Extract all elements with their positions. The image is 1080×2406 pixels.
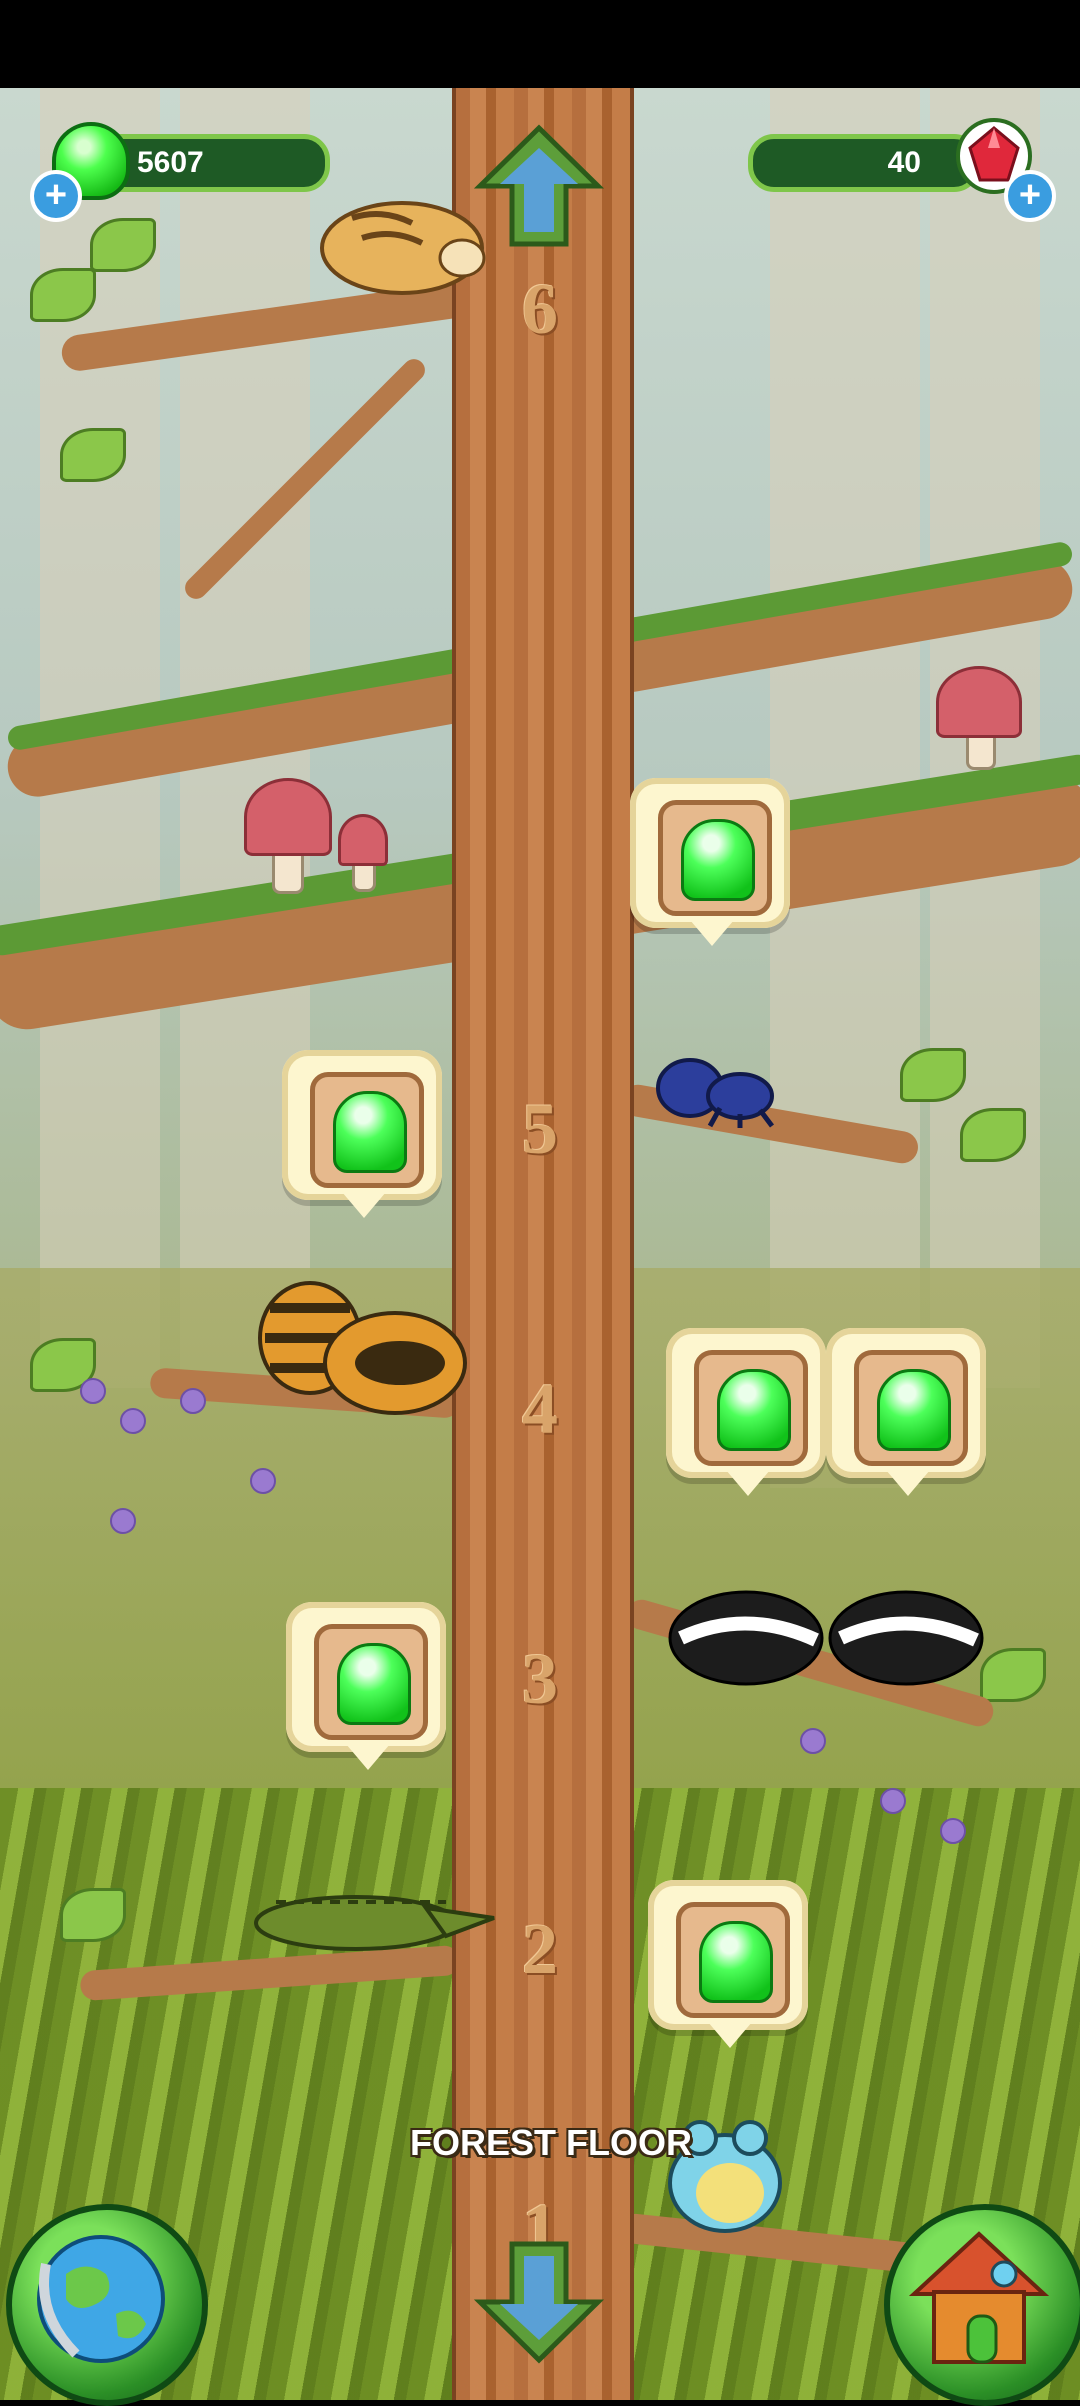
up-arrow-icon[interactable] bbox=[474, 122, 604, 252]
green-jelly-icon bbox=[337, 1643, 411, 1725]
jelly-reward-pin[interactable] bbox=[666, 1328, 826, 1496]
level-number-4: 4 bbox=[522, 1369, 558, 1449]
jelly-reward-pin[interactable] bbox=[286, 1602, 446, 1770]
mushroom bbox=[936, 666, 1022, 738]
mushroom bbox=[338, 814, 388, 866]
jelly-reward-pin[interactable] bbox=[648, 1880, 808, 2048]
lilac-flower bbox=[880, 1788, 906, 1814]
jelly-reward-pin[interactable] bbox=[282, 1050, 442, 1218]
game-scene: 6 5 4 3 2 1 FOREST FLOOR bbox=[0, 88, 1080, 2400]
lilac-flower bbox=[80, 1378, 106, 1404]
jelly-reward-pin[interactable] bbox=[826, 1328, 986, 1496]
pin-frame bbox=[310, 1072, 424, 1188]
leaf bbox=[960, 1108, 1026, 1162]
mushroom bbox=[244, 778, 332, 856]
level-number-5: 5 bbox=[522, 1089, 558, 1169]
add-jelly-button[interactable]: + bbox=[30, 170, 82, 222]
pin-frame bbox=[314, 1624, 428, 1740]
home-button[interactable] bbox=[884, 2204, 1080, 2406]
main-tree-trunk bbox=[452, 88, 634, 2400]
pin-tail bbox=[726, 1470, 770, 1496]
down-arrow-icon[interactable] bbox=[474, 2236, 604, 2366]
pin-tail bbox=[708, 2022, 752, 2048]
pin-tail bbox=[346, 1744, 390, 1770]
green-jelly-icon bbox=[717, 1369, 791, 1451]
jelly-reward-pin[interactable] bbox=[630, 778, 790, 946]
leaf bbox=[90, 218, 156, 272]
house-icon bbox=[908, 2231, 1050, 2364]
lilac-flower bbox=[940, 1818, 966, 1844]
pin-frame bbox=[854, 1350, 968, 1466]
level-number-6: 6 bbox=[522, 269, 558, 349]
level-number-2: 2 bbox=[522, 1909, 558, 1989]
pin-frame bbox=[658, 800, 772, 916]
pin-tail bbox=[342, 1192, 386, 1218]
green-jelly-icon bbox=[877, 1369, 951, 1451]
crocodile-resting[interactable] bbox=[246, 1878, 496, 1958]
pin-tail bbox=[886, 1470, 930, 1496]
leaf bbox=[60, 1888, 126, 1942]
leaf bbox=[980, 1648, 1046, 1702]
lilac-flower bbox=[250, 1468, 276, 1494]
lilac-flower bbox=[180, 1388, 206, 1414]
pin-frame bbox=[694, 1350, 808, 1466]
leaf bbox=[900, 1048, 966, 1102]
leaf bbox=[30, 268, 96, 322]
green-jelly-icon bbox=[333, 1091, 407, 1173]
blue-spider-sleeping[interactable] bbox=[640, 1048, 790, 1128]
pin-frame bbox=[676, 1902, 790, 2018]
skunk-sleeping[interactable] bbox=[826, 1578, 986, 1688]
globe-icon bbox=[37, 2235, 165, 2363]
forest-floor-label: FOREST FLOOR bbox=[410, 2122, 692, 2163]
add-gem-button[interactable]: + bbox=[1004, 170, 1056, 222]
green-jelly-icon bbox=[681, 819, 755, 901]
level-number-3: 3 bbox=[522, 1639, 558, 1719]
gem-count: 40 bbox=[887, 146, 921, 179]
leaf bbox=[60, 428, 126, 482]
gem-counter-bar: 40 bbox=[748, 134, 980, 192]
lilac-flower bbox=[120, 1408, 146, 1434]
chipmunk-sleeping[interactable] bbox=[312, 178, 492, 298]
green-jelly-icon bbox=[699, 1921, 773, 2003]
skunk-sleeping[interactable] bbox=[666, 1578, 826, 1688]
world-map-button[interactable] bbox=[6, 2204, 208, 2406]
tanuki-sleeping[interactable] bbox=[250, 1268, 470, 1418]
pin-tail bbox=[690, 920, 734, 946]
lilac-flower bbox=[110, 1508, 136, 1534]
lilac-flower bbox=[800, 1728, 826, 1754]
jelly-count: 5607 bbox=[137, 146, 204, 179]
